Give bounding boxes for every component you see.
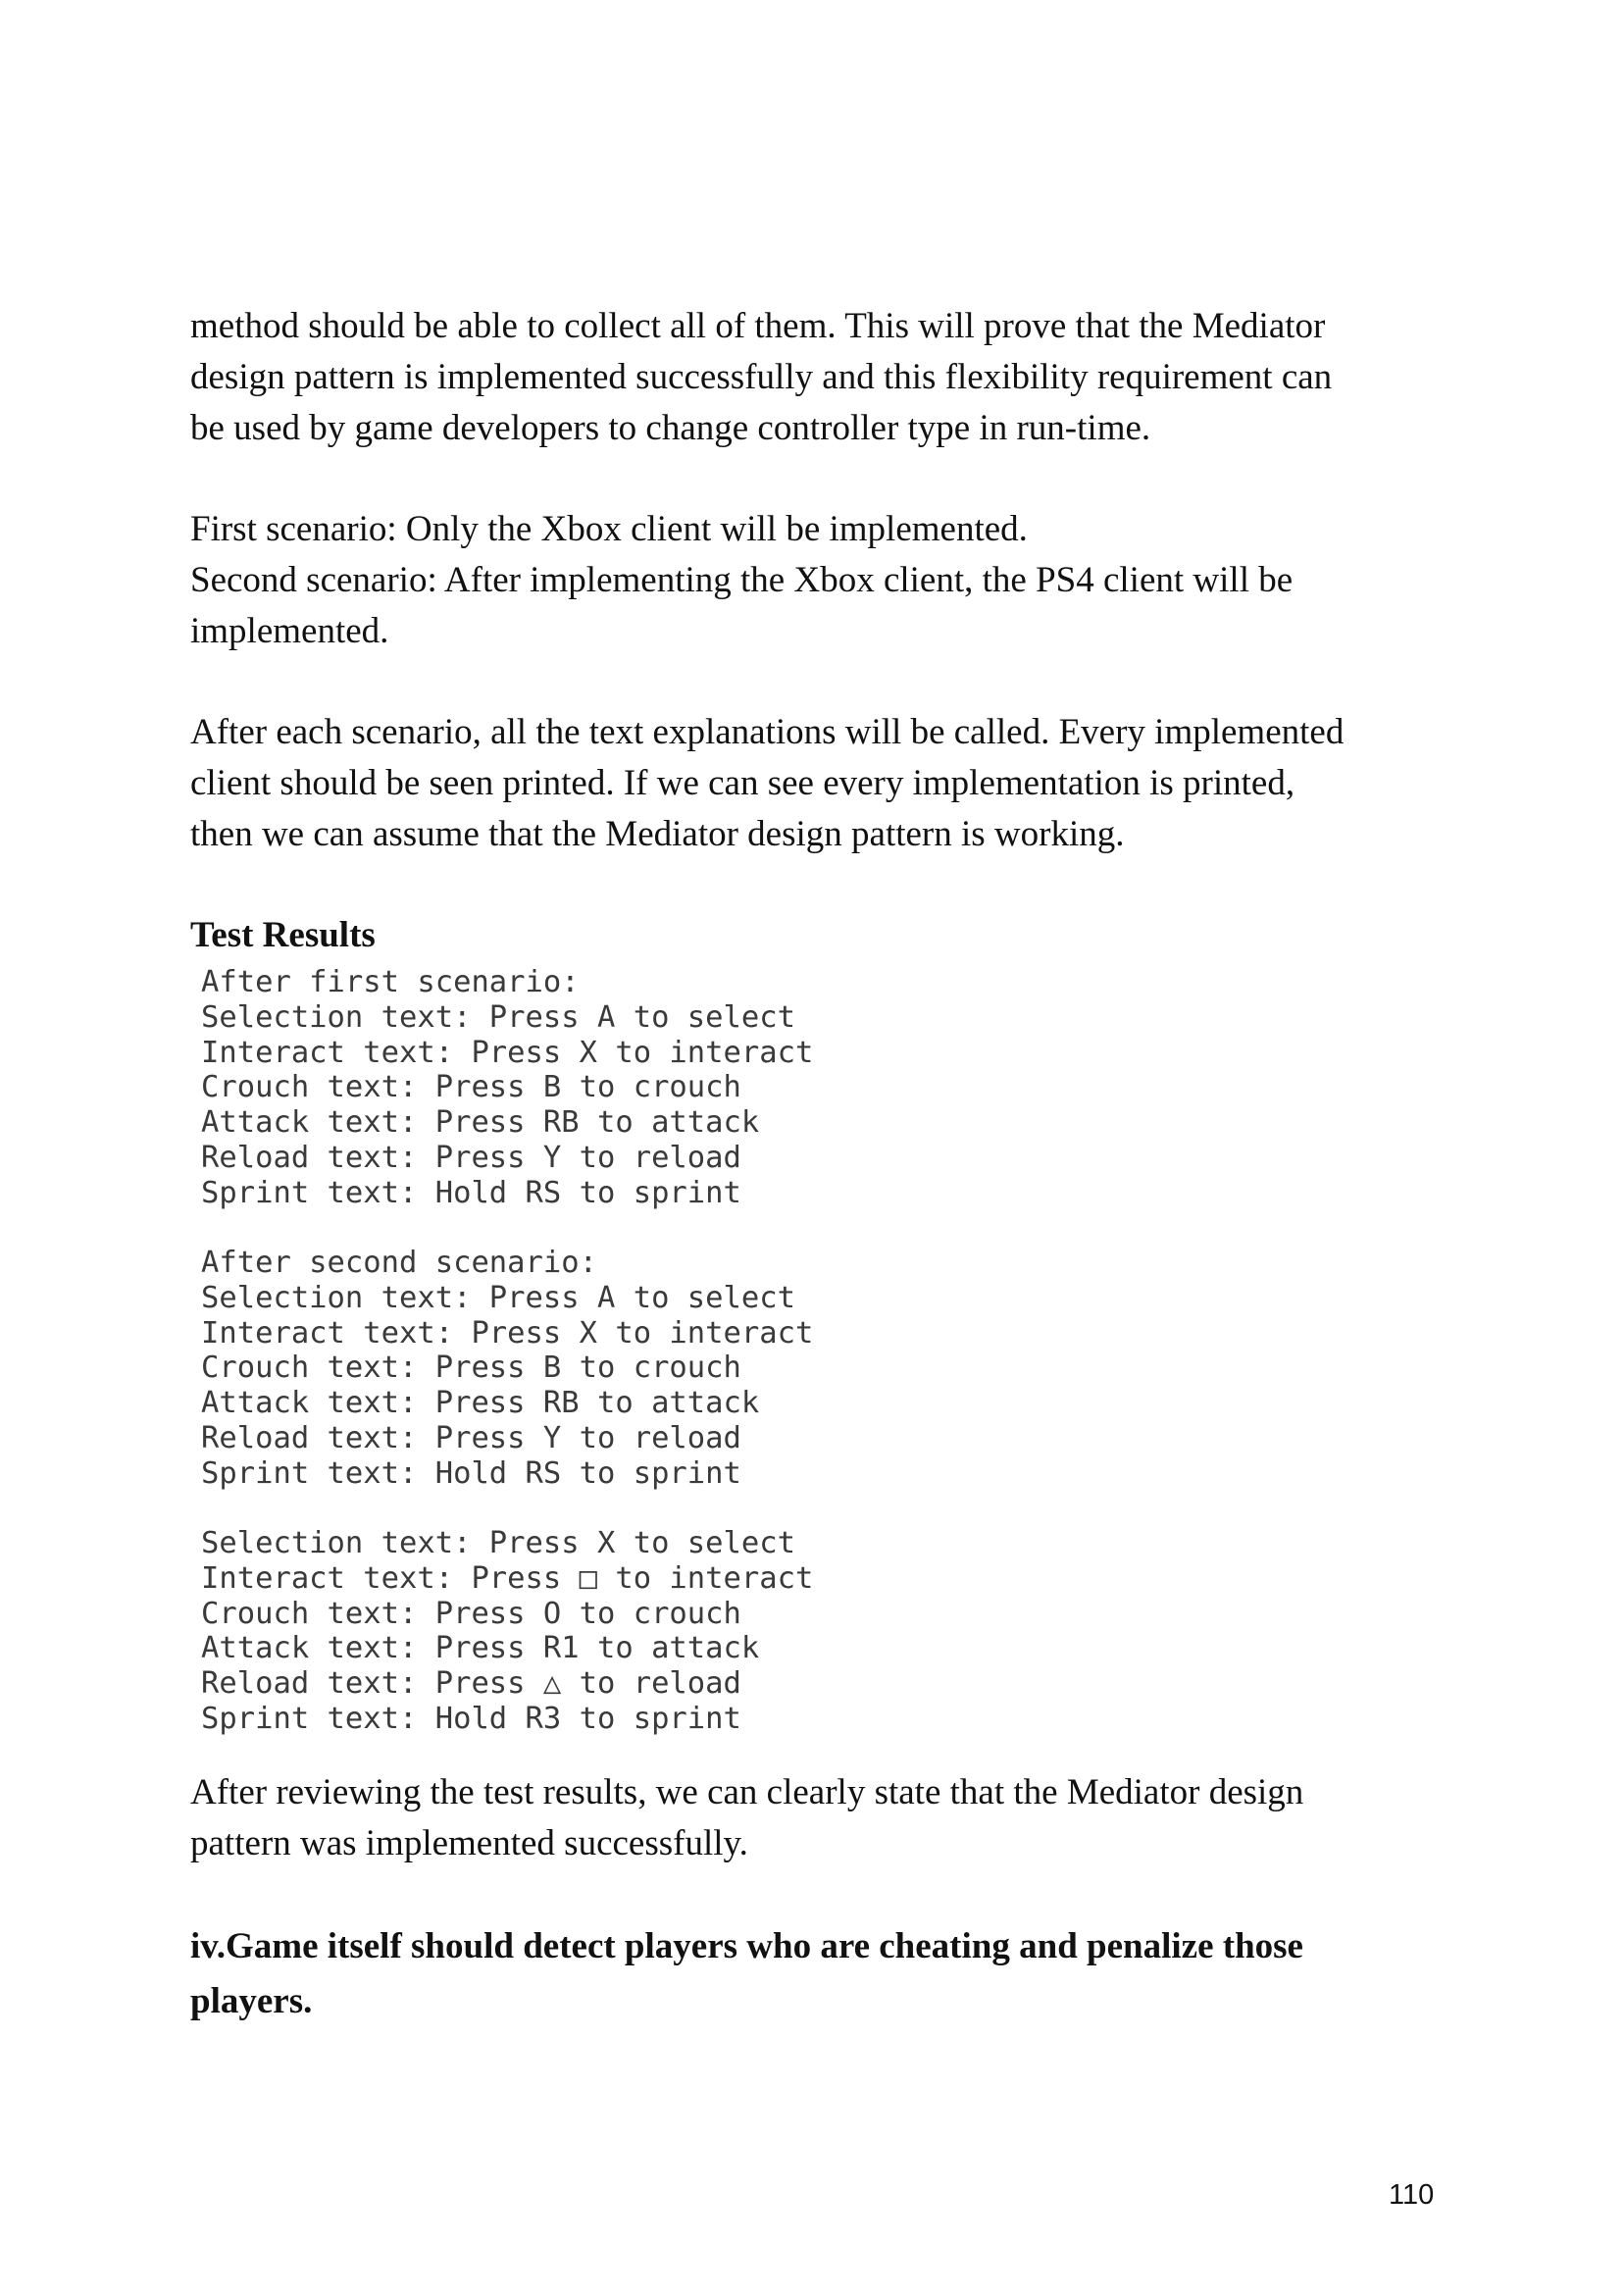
output-line: Sprint text: Hold RS to sprint	[201, 1455, 741, 1491]
text-line: method should be able to collect all of …	[190, 306, 1326, 346]
page-number: 110	[1389, 2179, 1435, 2211]
document-page: method should be able to collect all of …	[0, 0, 1624, 2294]
text-line: be used by game developers to change con…	[190, 408, 1151, 448]
text-line: client should be seen printed. If we can…	[190, 763, 1295, 803]
output-line: Crouch text: Press B to crouch	[201, 1351, 741, 1386]
console-output-first-scenario: After first scenario: Selection text: Pr…	[201, 965, 813, 1211]
output-line: Sprint text: Hold R3 to sprint	[201, 1701, 741, 1736]
output-line: Interact text: Press □ to interact	[201, 1560, 814, 1596]
section-heading-cheat-detection: iv.Game itself should detect players who…	[190, 1919, 1303, 2029]
output-line: After first scenario:	[201, 965, 580, 999]
text-line: then we can assume that the Mediator des…	[190, 814, 1125, 854]
text-line: Second scenario: After implementing the …	[190, 560, 1294, 600]
output-line: After second scenario:	[201, 1246, 597, 1280]
console-output-ps4-client: Selection text: Press X to select Intera…	[201, 1526, 813, 1737]
output-line: Reload text: Press △ to reload	[201, 1666, 741, 1702]
console-output-second-scenario: After second scenario: Selection text: P…	[201, 1246, 813, 1492]
output-line: Selection text: Press X to select	[201, 1526, 795, 1560]
paragraph-results-review: After reviewing the test results, we can…	[190, 1767, 1465, 1869]
output-line: Attack text: Press RB to attack	[201, 1386, 760, 1421]
heading-line: iv.Game itself should detect players who…	[190, 1926, 1303, 1966]
text-line: First scenario: Only the Xbox client wil…	[190, 509, 1028, 549]
output-line: Interact text: Press X to interact	[201, 1035, 814, 1070]
text-line: implemented.	[190, 611, 389, 651]
output-line: Reload text: Press Y to reload	[201, 1420, 741, 1455]
output-line: Attack text: Press R1 to attack	[201, 1631, 760, 1666]
output-line: Crouch text: Press B to crouch	[201, 1070, 741, 1105]
output-line: Interact text: Press X to interact	[201, 1315, 814, 1351]
output-line: Selection text: Press A to select	[201, 1280, 795, 1315]
output-line: Crouch text: Press O to crouch	[201, 1596, 741, 1631]
output-line: Reload text: Press Y to reload	[201, 1140, 741, 1175]
output-line: Selection text: Press A to select	[201, 999, 795, 1035]
text-line: pattern was implemented successfully.	[190, 1823, 748, 1863]
output-line: Sprint text: Hold RS to sprint	[201, 1175, 741, 1210]
output-line: Attack text: Press RB to attack	[201, 1105, 760, 1141]
paragraph-scenarios: First scenario: Only the Xbox client wil…	[190, 504, 1465, 657]
paragraph-scenario-explanation: After each scenario, all the text explan…	[190, 707, 1465, 860]
text-line: design pattern is implemented successful…	[190, 357, 1333, 397]
heading-line: players.	[190, 1981, 313, 2021]
test-results-heading: Test Results	[190, 915, 376, 955]
text-line: After reviewing the test results, we can…	[190, 1772, 1304, 1812]
text-line: After each scenario, all the text explan…	[190, 712, 1345, 752]
paragraph-mediator-conclusion: method should be able to collect all of …	[190, 301, 1465, 454]
